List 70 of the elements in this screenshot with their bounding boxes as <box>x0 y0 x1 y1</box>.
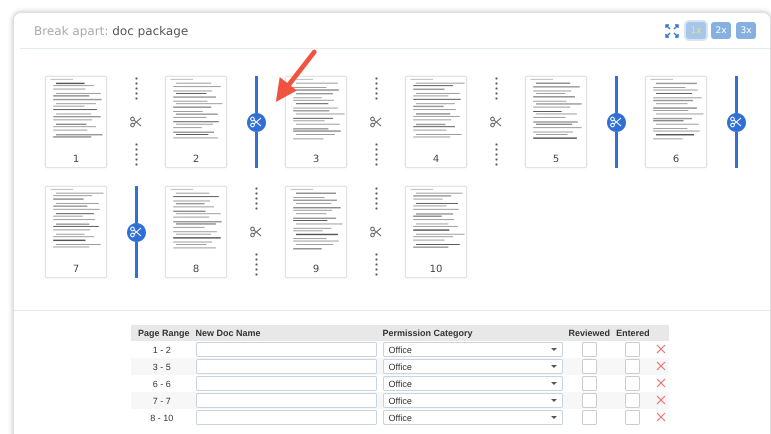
delete-icon[interactable] <box>656 378 666 388</box>
checkbox[interactable] <box>582 393 597 408</box>
page-number: 10 <box>429 264 443 275</box>
page-thumbnail[interactable]: 6 <box>645 76 707 168</box>
page-thumbnail[interactable]: 9 <box>285 186 347 278</box>
delete-icon[interactable] <box>656 344 666 354</box>
dotted-line <box>134 142 138 168</box>
checkbox[interactable] <box>625 359 640 374</box>
column-header: Page Range <box>131 325 193 341</box>
delete-icon[interactable] <box>656 394 666 404</box>
split-line <box>614 132 618 168</box>
doc-name-field[interactable] <box>196 342 377 357</box>
checkbox[interactable] <box>582 342 597 357</box>
page-thumbnail[interactable]: 10 <box>405 186 467 278</box>
delete-icon[interactable] <box>656 360 666 370</box>
category-dropdown[interactable]: Office <box>382 342 563 357</box>
split-line <box>734 132 738 168</box>
column-header: Entered <box>613 325 653 341</box>
table-cell: 7 - 7 <box>131 392 193 409</box>
doc-name-field[interactable] <box>196 393 377 408</box>
dotted-line <box>254 252 258 278</box>
checkbox[interactable] <box>582 376 597 391</box>
checkbox[interactable] <box>582 410 597 425</box>
dotted-line <box>374 252 378 278</box>
page-thumbnail[interactable]: 5 <box>525 76 587 168</box>
category-dropdown[interactable]: Office <box>382 410 563 425</box>
caret-icon <box>550 382 557 385</box>
table-cell: 3 - 5 <box>131 358 193 375</box>
page-thumbnail[interactable]: 2 <box>165 76 227 168</box>
scissors-icon <box>610 116 622 128</box>
page-thumbnail[interactable]: 4 <box>405 76 467 168</box>
category-dropdown[interactable]: Office <box>382 393 563 408</box>
category-dropdown[interactable]: Office <box>382 376 563 391</box>
window-title: Break apart: doc package <box>34 24 188 38</box>
scissors-icon <box>250 116 262 128</box>
split-line <box>254 132 258 168</box>
split-button[interactable] <box>606 112 626 132</box>
page-thumbnail[interactable]: 3 <box>285 76 347 168</box>
caret-icon <box>550 348 557 351</box>
table-cell: 1 - 2 <box>131 341 193 358</box>
dotted-line <box>494 142 498 168</box>
caret-icon <box>550 416 557 419</box>
page-thumbnail[interactable]: 7 <box>45 186 107 278</box>
table-cell: 8 - 10 <box>131 409 193 426</box>
column-header: New Doc Name <box>192 325 380 341</box>
scissors-icon <box>730 116 742 128</box>
doc-name-field[interactable] <box>196 359 377 374</box>
split-line <box>134 242 138 278</box>
page-thumbnail[interactable]: 8 <box>165 186 227 278</box>
expand-icon[interactable] <box>665 24 679 38</box>
checkbox[interactable] <box>625 393 640 408</box>
table-cell: 6 - 6 <box>131 375 193 392</box>
checkbox[interactable] <box>582 359 597 374</box>
doc-name-field[interactable] <box>196 410 377 425</box>
column-header: Permission Category <box>380 325 566 341</box>
checkbox[interactable] <box>625 342 640 357</box>
split-button[interactable] <box>726 112 746 132</box>
split-button[interactable] <box>246 112 266 132</box>
checkbox[interactable] <box>625 376 640 391</box>
column-header: Reviewed <box>566 325 614 341</box>
checkbox[interactable] <box>625 410 640 425</box>
page-thumbnail[interactable]: 1 <box>45 76 107 168</box>
scissors-icon <box>130 226 142 238</box>
delete-icon[interactable] <box>656 412 666 422</box>
caret-icon <box>550 399 557 402</box>
category-dropdown[interactable]: Office <box>382 359 563 374</box>
caret-icon <box>550 365 557 368</box>
split-button[interactable] <box>126 222 146 242</box>
dotted-line <box>374 142 378 168</box>
doc-name-field[interactable] <box>196 376 377 391</box>
